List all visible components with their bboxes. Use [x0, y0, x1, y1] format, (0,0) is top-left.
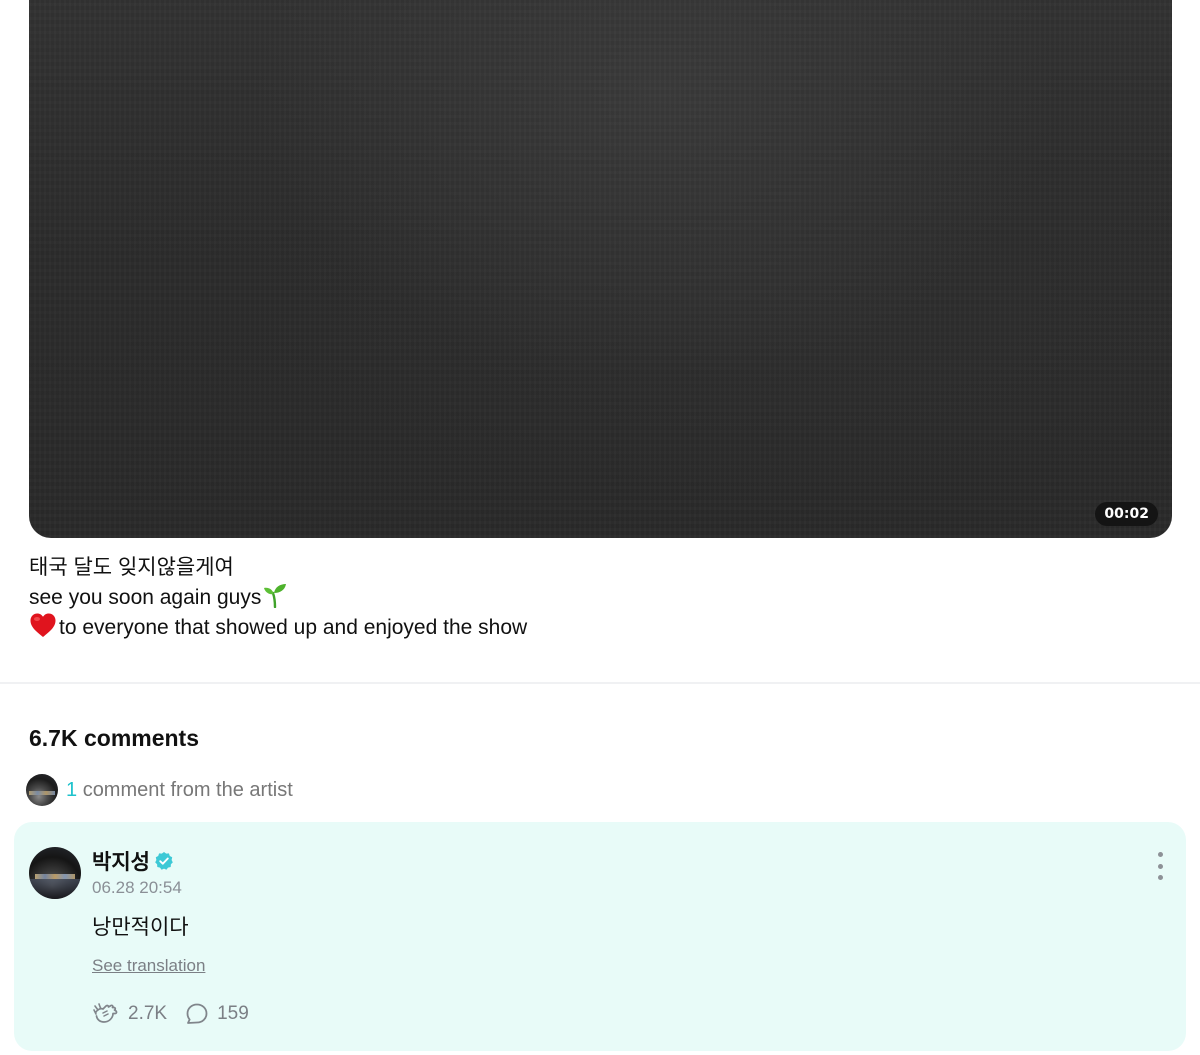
caption-line-3: to everyone that showed up and enjoyed t… [29, 612, 1169, 642]
caption-line-1: 태국 달도 잊지않을게여 [29, 556, 234, 579]
comment-author-name[interactable]: 박지성 [92, 846, 150, 876]
comment-timestamp: 06.28 20:54 [92, 878, 182, 897]
artist-comment-card: 박지성 06.28 20:54 낭만적이다 See translation 2.… [14, 822, 1186, 1051]
speech-bubble-icon [186, 1003, 208, 1024]
comment-text: 낭만적이다 [92, 916, 189, 939]
like-button[interactable]: 2.7K [92, 1002, 167, 1026]
verified-badge-icon [155, 852, 173, 870]
like-count: 2.7K [128, 1003, 168, 1024]
red-heart-icon [30, 613, 56, 637]
post-page: 00:02 태국 달도 잊지않을게여 see you soon again gu… [0, 0, 1200, 1055]
artist-mini-avatar [26, 774, 58, 806]
caption-line-3-text: to everyone that showed up and enjoyed t… [59, 616, 528, 639]
more-vertical-icon[interactable] [1150, 852, 1170, 880]
comment-actions: 2.7K 159 [92, 1002, 267, 1026]
avatar[interactable] [29, 847, 81, 899]
reply-button[interactable]: 159 [185, 1002, 249, 1026]
cheer-hands-icon [93, 1003, 118, 1023]
see-translation-link[interactable]: See translation [92, 956, 205, 976]
comments-count-heading: 6.7K comments [29, 725, 200, 751]
artist-comments-toggle[interactable]: 1 comment from the artist [26, 773, 293, 807]
video-frame [29, 0, 1172, 538]
artist-comment-label: comment from the artist [82, 778, 293, 801]
artist-comment-count: 1 [66, 778, 78, 801]
caption-line-2: see you soon again guys [29, 582, 1169, 612]
reply-count: 159 [217, 1003, 249, 1024]
video-duration-badge: 00:02 [1095, 502, 1158, 526]
video-player[interactable]: 00:02 [29, 0, 1172, 538]
caption-line-2-text: see you soon again guys [29, 586, 262, 609]
seedling-icon [264, 584, 287, 608]
post-caption: 태국 달도 잊지않을게여 see you soon again guys to … [29, 553, 1169, 642]
comment-author-row: 박지성 [92, 846, 174, 876]
section-divider [0, 682, 1200, 684]
